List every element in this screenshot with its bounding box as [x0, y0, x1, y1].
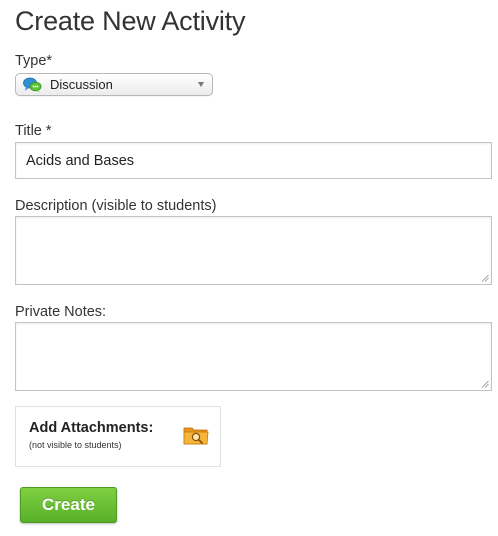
resize-grip-icon[interactable] [481, 380, 489, 388]
private-notes-label: Private Notes: [15, 304, 107, 320]
add-attachments-title: Add Attachments: [29, 420, 154, 436]
type-select[interactable]: Discussion [15, 73, 213, 96]
discussion-icon [23, 77, 42, 92]
description-textarea[interactable] [15, 216, 492, 285]
type-label: Type* [15, 53, 53, 69]
add-attachments-note: (not visible to students) [29, 440, 122, 450]
add-attachments-panel[interactable]: Add Attachments: (not visible to student… [15, 406, 221, 467]
resize-grip-icon[interactable] [481, 274, 489, 282]
title-label: Title * [15, 123, 52, 139]
description-label: Description (visible to students) [15, 198, 217, 214]
private-notes-textarea[interactable] [15, 322, 492, 391]
type-select-value: Discussion [50, 77, 113, 92]
folder-search-icon[interactable] [183, 424, 209, 446]
create-button[interactable]: Create [20, 487, 117, 523]
title-input[interactable]: Acids and Bases [15, 142, 492, 179]
title-input-value: Acids and Bases [26, 152, 135, 169]
page-title: Create New Activity [15, 6, 246, 36]
chevron-down-icon [198, 82, 204, 87]
